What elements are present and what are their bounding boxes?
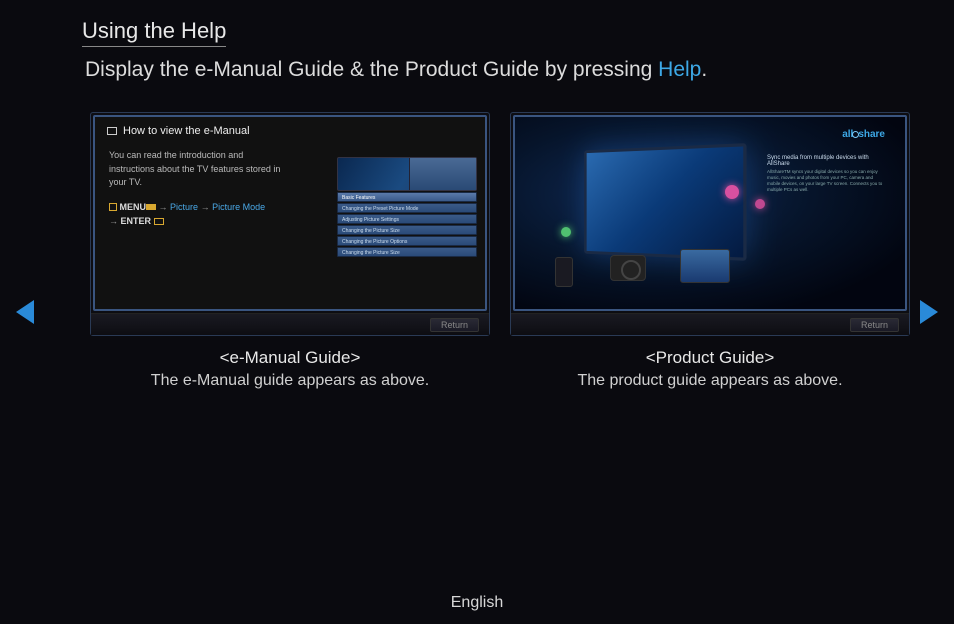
subtitle-prefix: Display the e-Manual Guide & the Product… [85, 58, 658, 81]
nav-picture: Picture [170, 202, 198, 212]
logo-post: share [858, 129, 885, 140]
side-row: Changing the Picture Size [337, 225, 477, 235]
emanual-screenshot: How to view the e-Manual You can read th… [93, 115, 487, 311]
product-caption-sub: The product guide appears as above. [510, 372, 910, 390]
tablet-graphic [680, 249, 730, 283]
enter-label: ENTER [121, 216, 152, 226]
menu-label: MENU [120, 202, 147, 212]
enter-icon [154, 218, 164, 225]
orb-icon [725, 185, 739, 199]
book-icon [107, 127, 117, 135]
product-footer: Return [511, 313, 909, 335]
emanual-header: How to view the e-Manual [95, 117, 485, 145]
subtitle-suffix: . [701, 58, 707, 81]
side-row: Changing the Preset Picture Mode [337, 203, 477, 213]
nav-picture-mode: Picture Mode [212, 202, 265, 212]
page-subtitle: Display the e-Manual Guide & the Product… [85, 58, 707, 82]
arrow-icon: → [201, 202, 210, 212]
tv-graphic [584, 143, 746, 261]
side-row: Changing the Picture Size [337, 247, 477, 257]
camera-graphic [610, 255, 646, 281]
arrow-icon: → [109, 216, 118, 226]
emanual-caption-title: <e-Manual Guide> [90, 348, 490, 368]
arrow-icon: → [159, 202, 168, 212]
emanual-body-text: You can read the introduction and instru… [95, 145, 305, 194]
product-caption: <Product Guide> The product guide appear… [510, 348, 910, 390]
emanual-header-text: How to view the e-Manual [123, 125, 250, 137]
product-screenshot: allshare Sync media from multiple device… [513, 115, 907, 311]
side-row-header: Basic Features [337, 192, 477, 202]
return-button[interactable]: Return [850, 318, 899, 332]
emanual-footer: Return [91, 313, 489, 335]
orb-icon [561, 227, 571, 237]
side-row: Adjusting Picture Settings [337, 214, 477, 224]
emanual-caption: <e-Manual Guide> The e-Manual guide appe… [90, 348, 490, 390]
product-caption-title: <Product Guide> [510, 348, 910, 368]
emanual-panel: How to view the e-Manual You can read th… [90, 112, 490, 336]
side-thumbnail [337, 157, 477, 191]
product-description: AllShareTM syncs your digital devices so… [767, 169, 887, 192]
product-headline: Sync media from multiple devices with Al… [767, 155, 887, 167]
product-panel: allshare Sync media from multiple device… [510, 112, 910, 336]
preview-panels: How to view the e-Manual You can read th… [90, 112, 910, 336]
prev-page-arrow[interactable] [16, 300, 34, 324]
page-title: Using the Help [82, 18, 226, 47]
menu-color-icon [146, 204, 156, 210]
emanual-caption-sub: The e-Manual guide appears as above. [90, 372, 490, 390]
help-keyword: Help [658, 58, 701, 81]
allshare-logo: allshare [842, 129, 885, 140]
orb-icon [755, 199, 765, 209]
side-row: Changing the Picture Options [337, 236, 477, 246]
phone-graphic [555, 257, 573, 287]
language-label: English [0, 594, 954, 612]
menu-icon [109, 203, 117, 211]
next-page-arrow[interactable] [920, 300, 938, 324]
return-button[interactable]: Return [430, 318, 479, 332]
emanual-side-menu: Basic Features Changing the Preset Pictu… [337, 157, 477, 257]
